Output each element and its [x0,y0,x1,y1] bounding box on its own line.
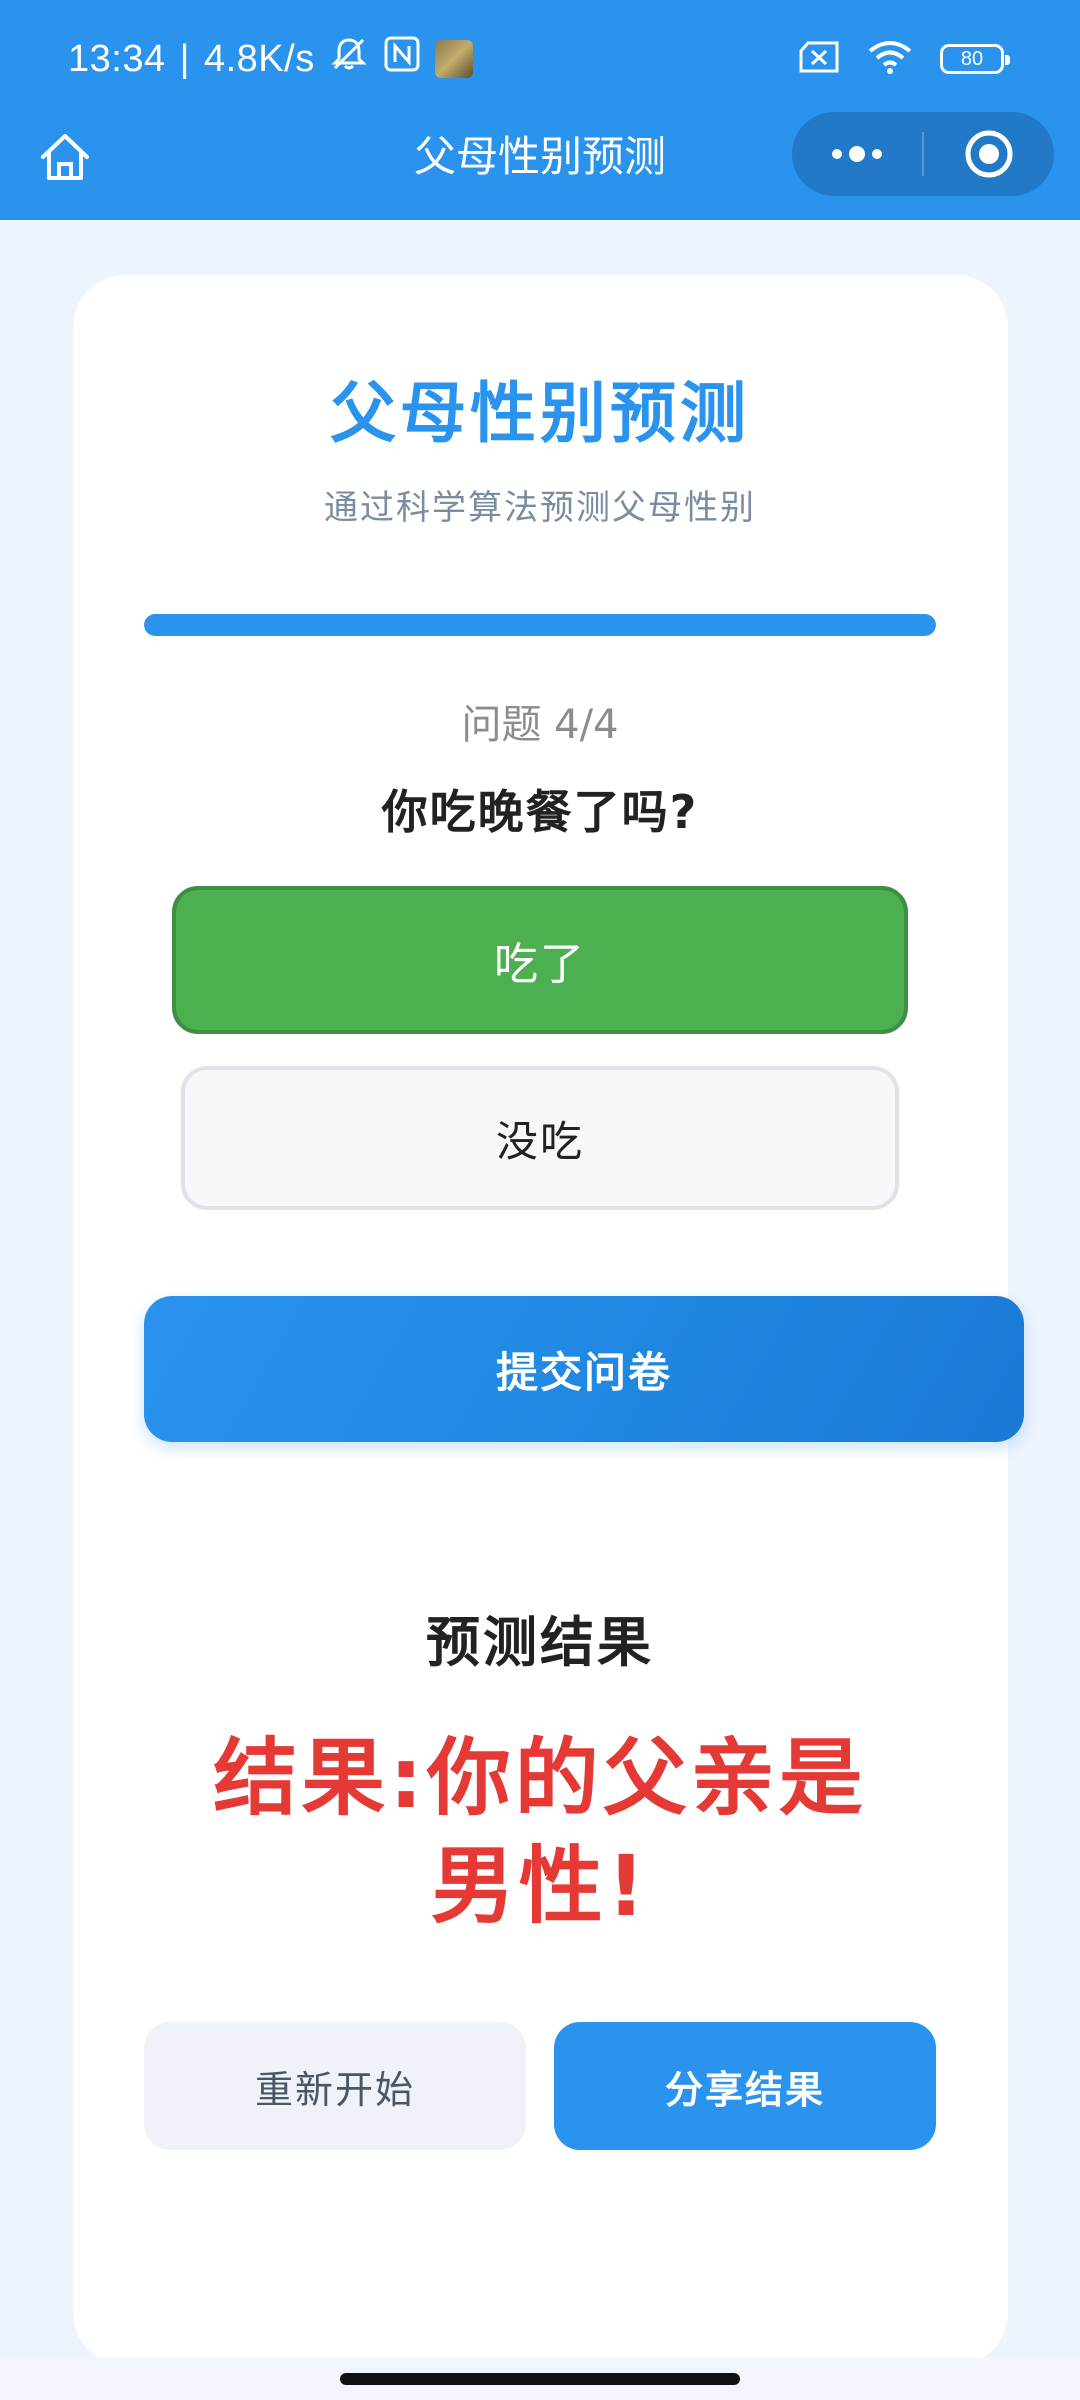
result-text: 结果:你的父亲是男性! [213,1729,867,1935]
mini-program-capsule [792,112,1054,196]
app-thumbnail-icon [434,40,473,78]
share-result-button[interactable]: 分享结果 [554,2022,936,2150]
restart-button[interactable]: 重新开始 [144,2022,526,2150]
submit-questionnaire-button[interactable]: 提交问卷 [144,1296,1024,1442]
status-bar: 13:34 | 4.8K/s 80 [0,0,1080,115]
network-speed: 4.8K/s [203,37,315,80]
page-title: 父母性别预测 [330,375,750,452]
home-indicator[interactable] [340,2373,740,2385]
battery-level: 80 [960,47,984,70]
battery-icon: 80 [940,44,1010,74]
question-text: 你吃晚餐了吗? [381,785,699,839]
progress-fill [144,614,936,636]
option-not-ate-button[interactable]: 没吃 [181,1066,899,1210]
option-ate-button[interactable]: 吃了 [172,886,908,1034]
result-heading: 预测结果 [426,1611,654,1674]
status-separator: | [179,37,190,80]
target-close-icon[interactable] [924,112,1054,196]
status-time: 13:34 [68,37,166,80]
sim-off-icon [798,40,840,78]
status-left: 13:34 | 4.8K/s [68,34,473,84]
wifi-icon [866,39,914,79]
app-header: 13:34 | 4.8K/s 80 父母性别预测 [0,0,1080,220]
question-counter: 问题 4/4 [461,702,619,748]
home-icon[interactable] [30,122,100,192]
mute-bell-icon [329,34,369,84]
page-subtitle: 通过科学算法预测父母性别 [324,488,756,528]
status-right: 80 [798,34,1010,84]
nfc-icon [383,35,421,83]
progress-bar [144,614,936,636]
more-dots-icon[interactable] [792,112,922,196]
